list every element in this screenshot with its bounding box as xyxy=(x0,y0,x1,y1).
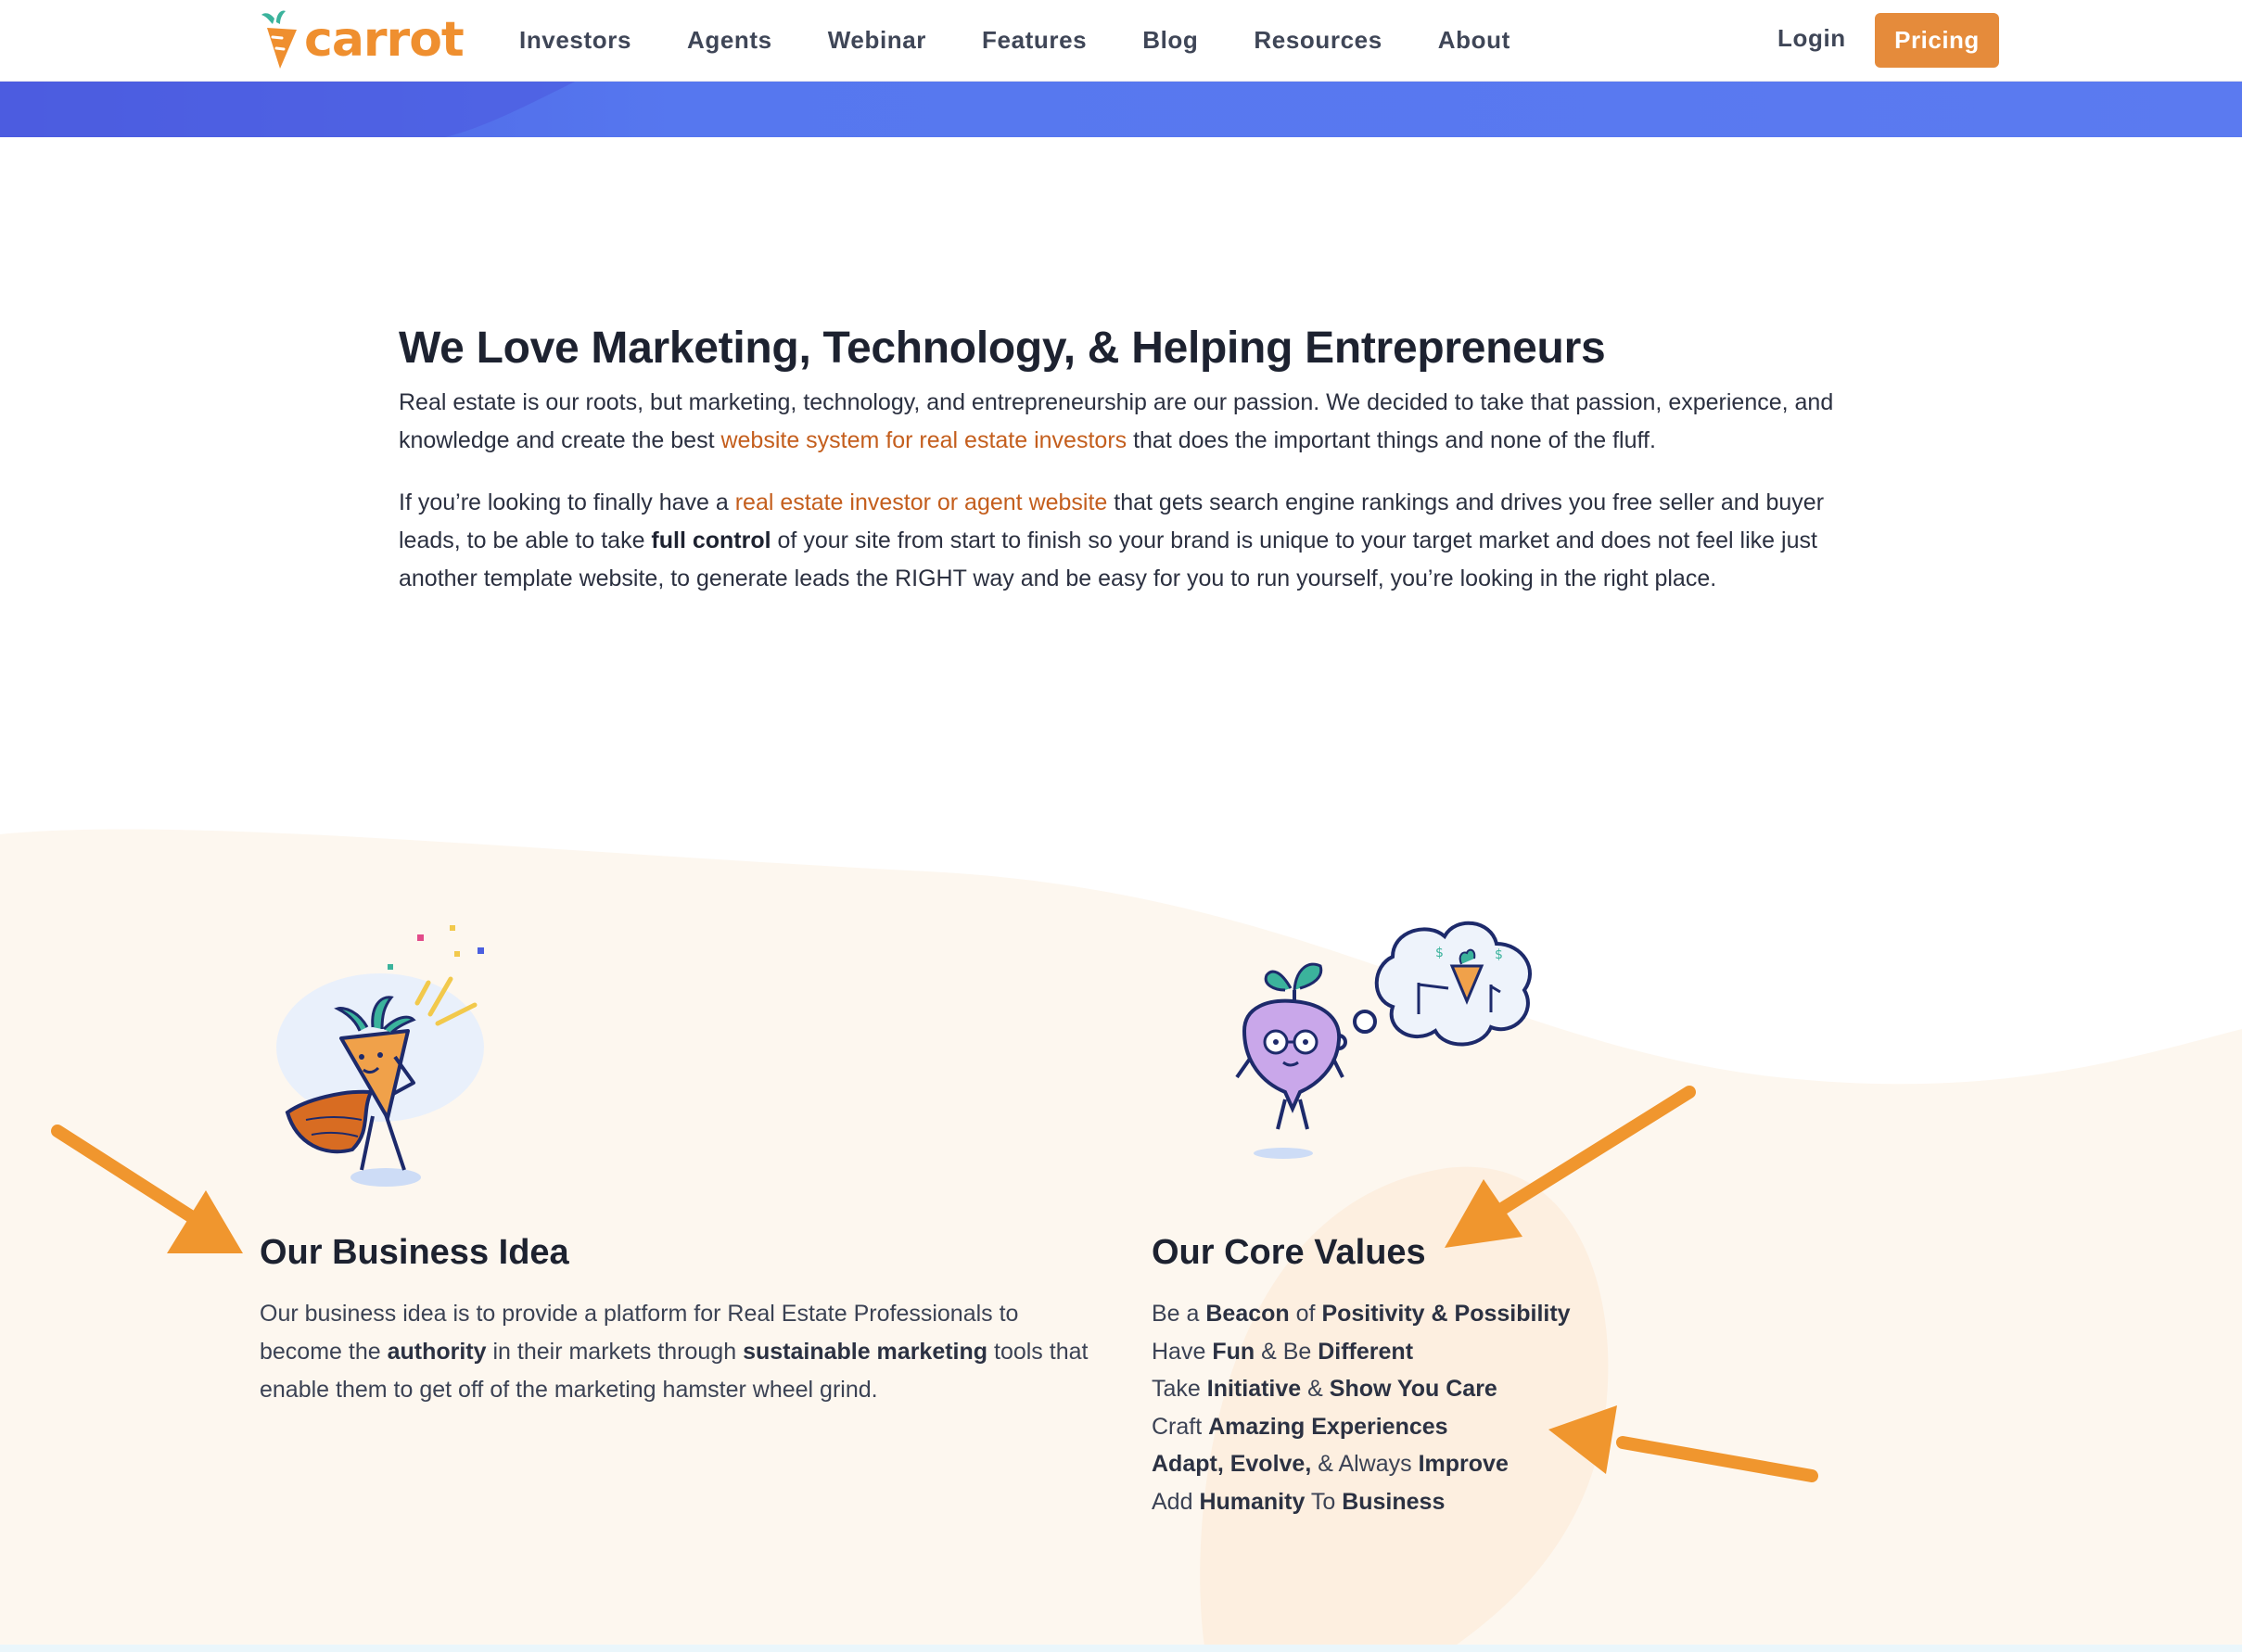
core-value-text: & xyxy=(1301,1376,1330,1402)
core-value-emphasis: Fun xyxy=(1212,1338,1255,1365)
core-value-emphasis: Improve xyxy=(1418,1451,1509,1477)
core-values-list: Be a Beacon of Positivity & Possibility … xyxy=(1152,1295,1801,1520)
core-value-text: To xyxy=(1305,1488,1343,1515)
core-value-text: Be a xyxy=(1152,1301,1206,1327)
core-value-text: Add xyxy=(1152,1488,1200,1515)
superhero-carrot-illustration xyxy=(276,925,484,1187)
core-value-item: Add Humanity To Business xyxy=(1152,1483,1801,1521)
core-value-emphasis: Show You Care xyxy=(1329,1376,1497,1402)
website-system-link[interactable]: website system for real estate investors xyxy=(720,427,1127,453)
nav-about[interactable]: About xyxy=(1438,26,1510,55)
core-value-emphasis: Adapt, Evolve, xyxy=(1152,1451,1312,1477)
nav-resources[interactable]: Resources xyxy=(1254,26,1382,55)
carrot-logo-icon xyxy=(261,10,297,69)
intro-paragraph-1: Real estate is our roots, but marketing,… xyxy=(399,384,1864,460)
core-value-emphasis: Different xyxy=(1318,1338,1414,1365)
core-value-item: Adapt, Evolve, & Always Improve xyxy=(1152,1445,1801,1483)
core-value-text: Have xyxy=(1152,1338,1213,1365)
business-emphasis-authority: authority xyxy=(387,1339,487,1365)
pricing-button[interactable]: Pricing xyxy=(1875,13,1999,68)
carrot-logo[interactable]: carrot xyxy=(260,7,465,72)
core-value-text: of xyxy=(1289,1301,1322,1327)
intro-p1-text-b: that does the important things and none … xyxy=(1127,427,1656,453)
nav-features[interactable]: Features xyxy=(982,26,1087,55)
nav-investors[interactable]: Investors xyxy=(519,26,631,55)
business-idea-text: Our business idea is to provide a platfo… xyxy=(260,1295,1094,1409)
intro-section: We Love Marketing, Technology, & Helping… xyxy=(399,317,1864,598)
nav-blog[interactable]: Blog xyxy=(1142,26,1198,55)
bottom-strip xyxy=(0,1645,2242,1652)
intro-p2-text-a: If you’re looking to finally have a xyxy=(399,489,735,515)
business-emphasis-sustainable: sustainable marketing xyxy=(743,1339,988,1365)
nav-webinar[interactable]: Webinar xyxy=(828,26,926,55)
logo-wordmark: carrot xyxy=(304,12,465,68)
nav-agents[interactable]: Agents xyxy=(687,26,772,55)
business-text-b: in their markets through xyxy=(486,1339,744,1365)
core-value-text: Craft xyxy=(1152,1413,1209,1440)
full-control-emphasis: full control xyxy=(651,527,771,553)
login-link[interactable]: Login xyxy=(1777,24,1846,53)
svg-text:$: $ xyxy=(1495,947,1503,962)
core-value-item: Take Initiative & Show You Care xyxy=(1152,1370,1801,1408)
svg-text:$: $ xyxy=(1435,946,1444,960)
intro-heading: We Love Marketing, Technology, & Helping… xyxy=(399,324,1606,373)
core-value-emphasis: Business xyxy=(1342,1488,1446,1515)
main-nav: Investors Agents Webinar Features Blog R… xyxy=(519,0,1566,80)
core-value-emphasis: Beacon xyxy=(1205,1301,1290,1327)
thinking-turnip-illustration: $ $ xyxy=(1235,921,1532,1159)
core-value-item: Have Fun & Be Different xyxy=(1152,1333,1801,1371)
intro-paragraph-2: If you’re looking to finally have a real… xyxy=(399,484,1864,598)
core-values-title: Our Core Values xyxy=(1152,1233,1426,1272)
core-value-item: Be a Beacon of Positivity & Possibility xyxy=(1152,1295,1801,1333)
business-idea-title: Our Business Idea xyxy=(260,1233,569,1272)
banner-graphic xyxy=(0,82,2242,137)
core-value-emphasis: Amazing Experiences xyxy=(1208,1413,1448,1440)
core-value-item: Craft Amazing Experiences xyxy=(1152,1408,1801,1446)
core-value-text: Take xyxy=(1152,1376,1207,1402)
site-header: carrot Investors Agents Webinar Features… xyxy=(0,0,2242,82)
core-value-emphasis: Humanity xyxy=(1199,1488,1306,1515)
core-value-emphasis: Initiative xyxy=(1206,1376,1302,1402)
hero-banner-strip xyxy=(0,82,2242,137)
core-value-emphasis: Positivity & Possibility xyxy=(1321,1301,1571,1327)
core-value-text: & Always xyxy=(1311,1451,1419,1477)
core-value-text: & Be xyxy=(1255,1338,1318,1365)
investor-agent-website-link[interactable]: real estate investor or agent website xyxy=(735,489,1108,515)
